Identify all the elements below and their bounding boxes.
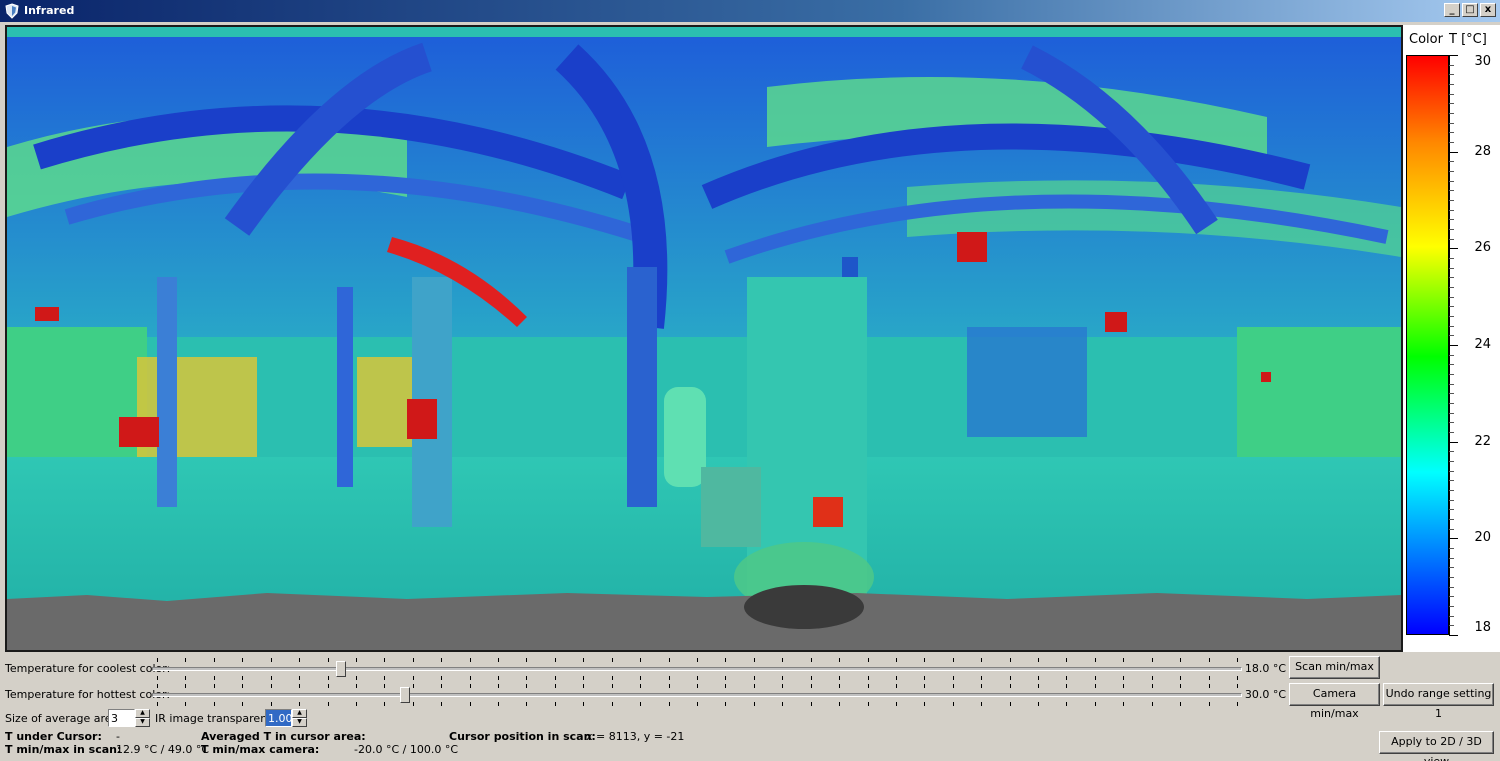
average-area-input[interactable] xyxy=(108,709,135,727)
hottest-color-value: 30.0 °C xyxy=(1244,688,1286,701)
colorbar-tick-label: 30 xyxy=(1474,54,1491,69)
undo-range-button[interactable]: Undo range setting 1 xyxy=(1383,683,1494,720)
t-under-cursor-label: T under Cursor: xyxy=(5,730,102,743)
averaged-t-value: - xyxy=(354,730,358,743)
spin-down-icon[interactable]: ▼ xyxy=(135,718,150,727)
colorbar-gradient xyxy=(1406,55,1449,635)
cursor-position-value: x = 8113, y = -21 xyxy=(586,730,685,743)
window-title: Infrared xyxy=(24,4,75,17)
hottest-slider-thumb[interactable] xyxy=(400,687,411,703)
average-area-label: Size of average area xyxy=(5,712,119,725)
infrared-panorama-image xyxy=(7,27,1401,650)
maximize-button[interactable]: □ xyxy=(1462,3,1478,17)
t-scan-label: T min/max in scan: xyxy=(5,743,122,756)
t-camera-label: T min/max camera: xyxy=(201,743,320,756)
scan-minmax-button[interactable]: Scan min/max xyxy=(1289,656,1380,679)
colorbar-tick-label: 26 xyxy=(1474,240,1491,256)
averaged-t-label: Averaged T in cursor area: xyxy=(201,730,366,743)
t-camera-value: -20.0 °C / 100.0 °C xyxy=(354,743,459,756)
t-under-cursor-value: - xyxy=(116,730,120,743)
hottest-color-slider[interactable] xyxy=(152,684,1242,706)
colorbar-tick-label: 20 xyxy=(1474,530,1491,546)
cursor-position-label: Cursor position in scan: xyxy=(449,730,596,743)
colorbar-title: Color xyxy=(1409,32,1443,47)
coolest-color-slider[interactable] xyxy=(152,658,1242,680)
spin-down-icon[interactable]: ▼ xyxy=(292,718,307,727)
colorbar-panel: Color T [°C] 30 28 26 24 22 20 18 xyxy=(1403,25,1500,652)
coolest-color-value: 18.0 °C xyxy=(1244,662,1286,675)
colorbar-axis: 30 28 26 24 22 20 18 xyxy=(1449,54,1497,636)
coolest-slider-thumb[interactable] xyxy=(335,661,346,677)
transparency-label: IR image transparency xyxy=(155,712,280,725)
minimize-button[interactable]: _ xyxy=(1444,3,1460,17)
colorbar-unit: T [°C] xyxy=(1449,32,1487,47)
transparency-input[interactable] xyxy=(265,709,292,727)
average-area-spinbox[interactable]: ▲ ▼ xyxy=(108,709,150,727)
close-button[interactable]: x xyxy=(1480,3,1496,17)
coolest-color-label: Temperature for coolest color: xyxy=(5,662,171,675)
transparency-spinbox[interactable]: ▲ ▼ xyxy=(265,709,307,727)
t-scan-value: 12.9 °C / 49.0 °C xyxy=(116,743,210,756)
infrared-image-view[interactable] xyxy=(5,25,1403,652)
colorbar-tick-label: 18 xyxy=(1474,620,1491,635)
colorbar-tick-label: 24 xyxy=(1474,337,1491,352)
colorbar-tick-label: 22 xyxy=(1474,433,1491,449)
apply-view-button[interactable]: Apply to 2D / 3D view xyxy=(1379,731,1494,761)
spin-up-icon[interactable]: ▲ xyxy=(135,709,150,718)
title-bar: Infrared _ □ x xyxy=(0,0,1500,22)
hottest-color-label: Temperature for hottest color: xyxy=(5,688,171,701)
shield-icon xyxy=(5,3,19,19)
camera-minmax-button[interactable]: Camera min/max xyxy=(1289,683,1380,720)
colorbar-tick-label: 28 xyxy=(1474,143,1491,159)
spin-up-icon[interactable]: ▲ xyxy=(292,709,307,718)
